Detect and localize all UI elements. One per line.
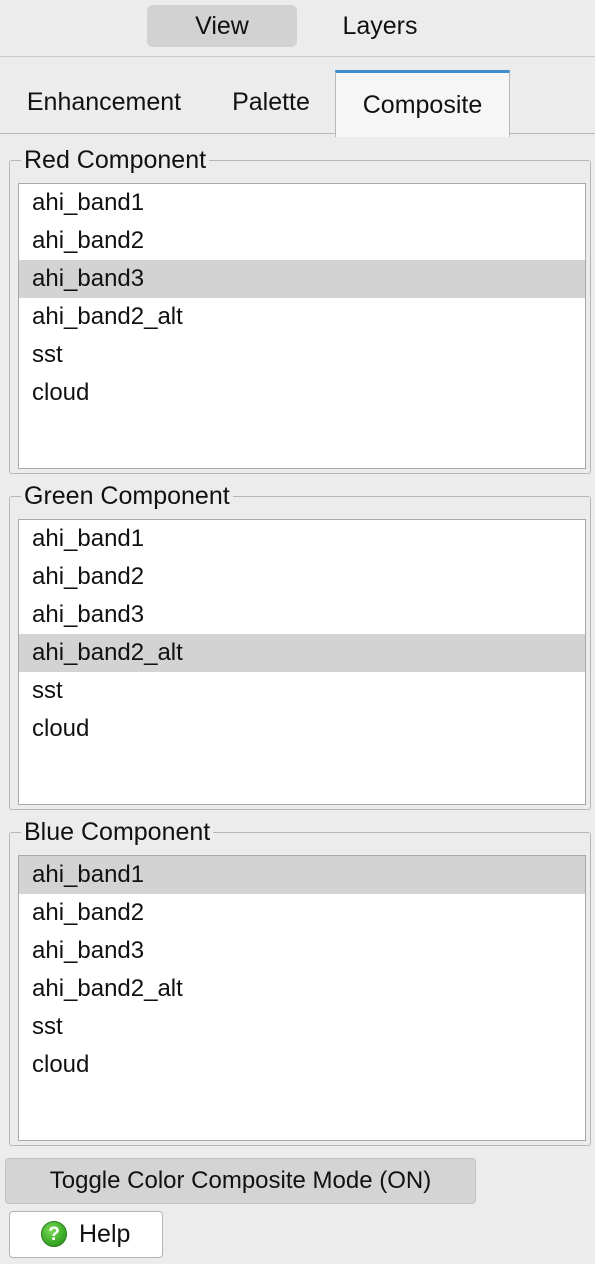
green-component-list[interactable]: ahi_band1 ahi_band2 ahi_band3 ahi_band2_… <box>18 519 586 805</box>
view-layers-switcher: View Layers <box>0 0 595 57</box>
tab-palette[interactable]: Palette <box>210 70 332 134</box>
red-component-group: Red Component ahi_band1 ahi_band2 ahi_ba… <box>9 145 591 474</box>
list-item[interactable]: ahi_band1 <box>19 856 585 894</box>
tab-divider-left <box>0 133 335 134</box>
question-mark-icon: ? <box>41 1221 67 1247</box>
view-button[interactable]: View <box>147 5 297 47</box>
tab-divider-right <box>509 133 595 134</box>
tab-enhancement[interactable]: Enhancement <box>6 70 202 134</box>
list-item[interactable]: ahi_band2_alt <box>19 970 585 1008</box>
red-component-title: Red Component <box>21 145 210 175</box>
red-component-list[interactable]: ahi_band1 ahi_band2 ahi_band3 ahi_band2_… <box>18 183 586 469</box>
blue-component-group: Blue Component ahi_band1 ahi_band2 ahi_b… <box>9 817 591 1146</box>
blue-component-list[interactable]: ahi_band1 ahi_band2 ahi_band3 ahi_band2_… <box>18 855 586 1141</box>
help-label: Help <box>79 1220 131 1248</box>
blue-component-title: Blue Component <box>21 817 214 847</box>
list-item[interactable]: ahi_band2 <box>19 222 585 260</box>
list-item[interactable]: ahi_band3 <box>19 596 585 634</box>
tab-bar: Enhancement Palette Composite <box>0 56 595 137</box>
list-item[interactable]: sst <box>19 1008 585 1046</box>
green-component-title: Green Component <box>21 481 233 511</box>
help-button[interactable]: ? Help <box>9 1211 163 1258</box>
tab-composite[interactable]: Composite <box>335 70 510 137</box>
green-component-group: Green Component ahi_band1 ahi_band2 ahi_… <box>9 481 591 810</box>
list-item[interactable]: ahi_band1 <box>19 520 585 558</box>
layers-button[interactable]: Layers <box>305 5 455 47</box>
list-item[interactable]: cloud <box>19 1046 585 1084</box>
list-item[interactable]: ahi_band3 <box>19 932 585 970</box>
list-item[interactable]: ahi_band2_alt <box>19 634 585 672</box>
toggle-color-composite-button[interactable]: Toggle Color Composite Mode (ON) <box>5 1158 476 1204</box>
list-item[interactable]: ahi_band2_alt <box>19 298 585 336</box>
list-item[interactable]: sst <box>19 672 585 710</box>
list-item[interactable]: ahi_band3 <box>19 260 585 298</box>
list-item[interactable]: ahi_band2 <box>19 894 585 932</box>
list-item[interactable]: cloud <box>19 374 585 412</box>
list-item[interactable]: sst <box>19 336 585 374</box>
list-item[interactable]: cloud <box>19 710 585 748</box>
list-item[interactable]: ahi_band2 <box>19 558 585 596</box>
list-item[interactable]: ahi_band1 <box>19 184 585 222</box>
